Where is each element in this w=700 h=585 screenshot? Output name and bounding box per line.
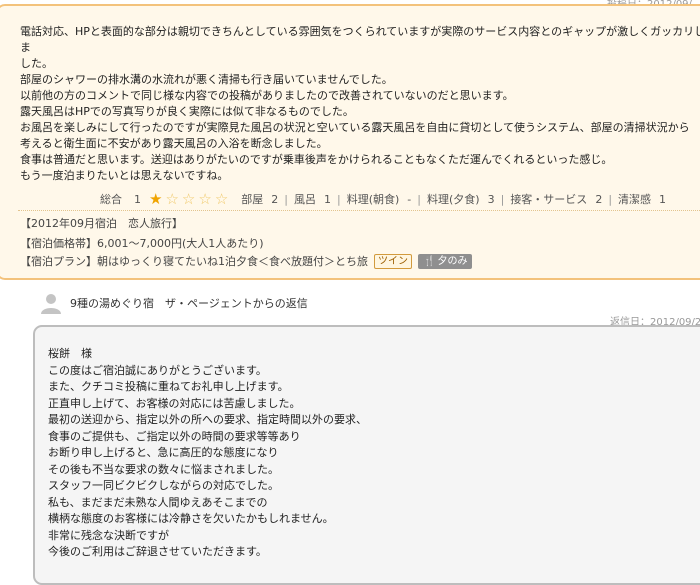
reply-body-line: また、クチコミ投稿に重ねてお礼申し上げます。: [48, 380, 289, 393]
person-icon: [41, 294, 61, 314]
star-icon: ☆: [214, 189, 229, 208]
room-value: 2: [271, 192, 279, 206]
fork-knife-icon: 🍴: [423, 255, 436, 267]
service-value: 2: [595, 192, 603, 206]
review-body-line: 部屋のシャワーの排水溝の水流れが悪く清掃も行き届いていませんでした。: [20, 73, 393, 86]
reply-body-line: 非常に残念な決断ですが: [48, 528, 169, 542]
rating-separator: |: [336, 192, 341, 206]
review-body-line: もう一度泊まりたいとは思えないですね。: [20, 169, 229, 182]
breakfast-value: -: [407, 192, 412, 206]
reply-body-line: 私も、まだまだ未熟な人間ゆえあそこまでの: [48, 495, 268, 509]
star-icon: ☆: [198, 189, 212, 208]
reply-body-line: 食事のご提供も、ご指定以外の時間の要求等等あり: [48, 429, 301, 443]
dinner-value: 3: [487, 192, 495, 206]
reply-body-line: 正直申し上げて、お客様の対応には苦慮しました。: [48, 396, 301, 410]
meal-badge: 🍴 夕のみ: [418, 253, 473, 269]
stay-info: 【2012年09月宿泊 恋人旅行】: [20, 217, 183, 230]
reply-body-line: お断り申し上げると、急に高圧的な態度になり: [48, 446, 279, 459]
review-body-line: 考えると衛生面に不安があり露天風呂の入浴を断念しました。: [20, 137, 328, 150]
reply-body-line: その後も不当な要求の数々に悩まされました。: [48, 462, 279, 476]
room-label: 部屋: [241, 193, 264, 206]
breakfast-label: 料理(朝食): [346, 193, 400, 206]
review-body-line: 食事は普通だと思います。送迎はありがたいのですが乗車後声をかけられることもなくた…: [20, 153, 613, 166]
cleanliness-value: 1: [659, 192, 667, 206]
reply-body: 桜餅 様 この度はご宿泊誠にありがとうございます。 また、クチコミ投稿に重ねてお…: [48, 346, 688, 561]
reply-body-line: この度はご宿泊誠にありがとうございます。: [48, 363, 267, 377]
review-body-line: 以前他の方のコメントで同じ様な内容での投稿がありましたので改善されていないのだと…: [20, 89, 514, 102]
price-info: 【宿泊価格帯】6,001～7,000円(大人1人あたり): [20, 237, 264, 250]
star-icon: ★: [149, 189, 163, 208]
rating-separator: |: [608, 192, 613, 206]
rating-separator: |: [417, 192, 421, 206]
review-body-line: した。: [20, 57, 53, 70]
review-body-line: 電話対応、HPと表面的な部分は親切できちんとしている雰囲気をつくられていますが実…: [20, 25, 700, 54]
review-divider: [18, 210, 700, 211]
reply-body-line: スタッフ一同ビクビクしながらの対応でした。: [48, 479, 279, 492]
service-label: 接客・サービス: [510, 193, 588, 206]
cleanliness-label: 清潔感: [618, 193, 652, 206]
star-rating: ★ ☆ ☆ ☆ ☆: [149, 189, 231, 208]
reply-author: 9種の湯めぐり宿 ザ・ページェントからの返信: [70, 297, 308, 310]
room-type-badge: ツイン: [374, 253, 412, 269]
plan-info-row: 【宿泊プラン】朝はゆっくり寝てたいね1泊夕食＜食べ放題付＞とち旅 ツイン 🍴 夕の…: [20, 253, 473, 269]
reply-header: 9種の湯めぐり宿 ザ・ページェントからの返信: [40, 292, 308, 314]
meal-badge-label: 夕のみ: [437, 255, 468, 267]
reply-body-line: 横柄な態度のお客様には冷静さを欠いたかもしれません。: [48, 512, 334, 525]
reply-body-line: 最初の送迎から、指定以外の所への要求、指定時間以外の要求、: [48, 413, 367, 426]
review-body-line: 露天風呂はHPでの写真写りが良く実際には似て非なるものでした。: [20, 105, 354, 118]
rating-separator: |: [500, 192, 505, 206]
reply-body-line: 今後のご利用はご辞退させていただきます。: [48, 545, 267, 558]
review-body-line: お風呂を楽しみにして行ったのですが実際見た風呂の状況と空いている露天風呂を自由に…: [20, 121, 690, 134]
star-icon: ☆: [181, 189, 196, 208]
overall-label: 総合: [100, 193, 122, 206]
rating-separator: |: [284, 192, 288, 206]
reply-body-line: 桜餅 様: [48, 347, 92, 360]
dinner-label: 料理(夕食): [427, 193, 480, 206]
bath-label: 風呂: [293, 193, 316, 206]
bath-value: 1: [323, 192, 331, 206]
plan-info[interactable]: 【宿泊プラン】朝はゆっくり寝てたいね1泊夕食＜食べ放題付＞とち旅: [20, 253, 368, 269]
overall-value: 1: [134, 192, 141, 206]
star-icon: ☆: [165, 189, 179, 208]
review-body: 電話対応、HPと表面的な部分は親切できちんとしている雰囲気をつくられていますが実…: [20, 24, 700, 184]
rating-row: 総合 1 ★ ☆ ☆ ☆ ☆ 部屋 2 | 風呂 1 | 料理(朝食) - | 料理(夕…: [100, 190, 700, 208]
